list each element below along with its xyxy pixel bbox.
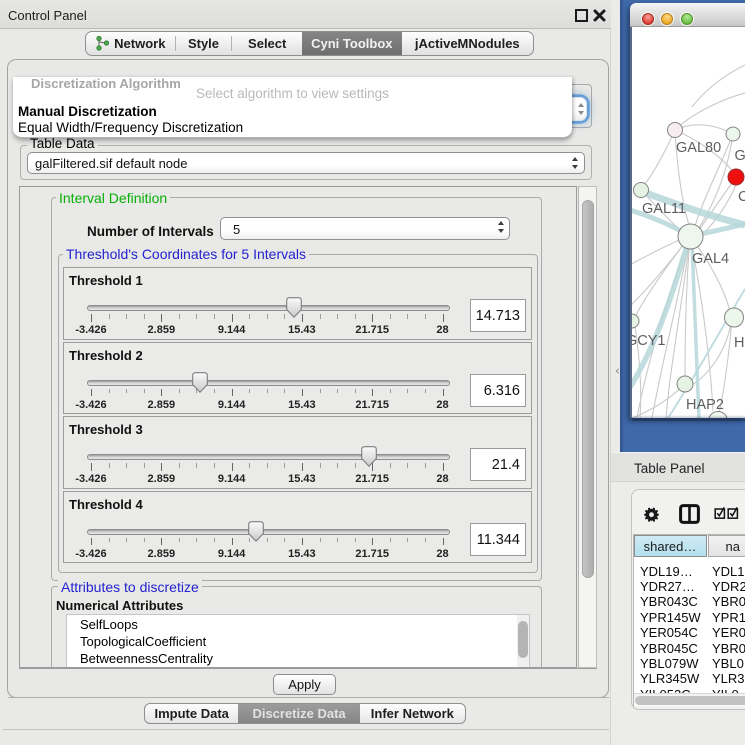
svg-text:GAL4: GAL4: [692, 251, 729, 267]
svg-text:H: H: [734, 335, 744, 351]
svg-text:GA: GA: [735, 148, 745, 164]
svg-text:GAL80: GAL80: [676, 140, 721, 156]
svg-text:GCY1: GCY1: [632, 333, 666, 349]
svg-text:GAL11: GAL11: [642, 201, 686, 217]
svg-text:HAP2: HAP2: [686, 397, 724, 413]
svg-text:C: C: [738, 189, 745, 205]
